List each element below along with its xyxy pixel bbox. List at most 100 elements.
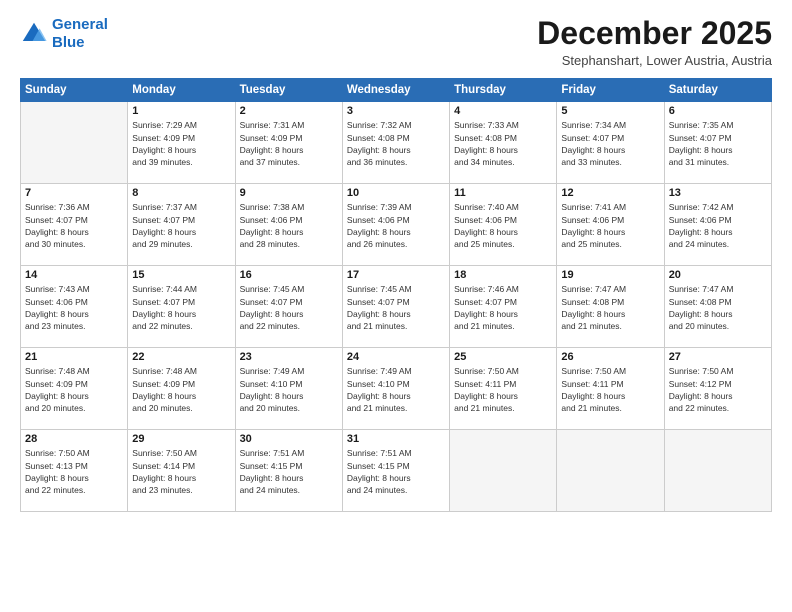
calendar-cell xyxy=(557,430,664,512)
day-info: Sunrise: 7:36 AM Sunset: 4:07 PM Dayligh… xyxy=(25,201,123,250)
day-number: 3 xyxy=(347,105,445,117)
calendar-cell: 30 Sunrise: 7:51 AM Sunset: 4:15 PM Dayli… xyxy=(235,430,342,512)
calendar-cell xyxy=(450,430,557,512)
calendar-cell: 5 Sunrise: 7:34 AM Sunset: 4:07 PM Daylig… xyxy=(557,102,664,184)
day-number: 6 xyxy=(669,105,767,117)
day-info: Sunrise: 7:47 AM Sunset: 4:08 PM Dayligh… xyxy=(561,283,659,332)
logo-text: General Blue xyxy=(52,16,108,52)
day-number: 25 xyxy=(454,351,552,363)
header-row: Sunday Monday Tuesday Wednesday Thursday… xyxy=(21,79,772,102)
day-info: Sunrise: 7:43 AM Sunset: 4:06 PM Dayligh… xyxy=(25,283,123,332)
calendar-cell: 22Sunrise: 7:48 AM Sunset: 4:09 PM Dayli… xyxy=(128,348,235,430)
day-number: 23 xyxy=(240,351,338,363)
th-thursday: Thursday xyxy=(450,79,557,102)
day-number: 28 xyxy=(25,433,123,445)
day-number: 13 xyxy=(669,187,767,199)
day-info: Sunrise: 7:40 AM Sunset: 4:06 PM Dayligh… xyxy=(454,201,552,250)
day-info: Sunrise: 7:46 AM Sunset: 4:07 PM Dayligh… xyxy=(454,283,552,332)
day-number: 18 xyxy=(454,269,552,281)
calendar-cell: 8 Sunrise: 7:37 AM Sunset: 4:07 PM Daylig… xyxy=(128,184,235,266)
day-number: 8 xyxy=(132,187,230,199)
th-tuesday: Tuesday xyxy=(235,79,342,102)
calendar-cell: 12 Sunrise: 7:41 AM Sunset: 4:06 PM Dayli… xyxy=(557,184,664,266)
day-number: 15 xyxy=(132,269,230,281)
calendar-cell: 27 Sunrise: 7:50 AM Sunset: 4:12 PM Dayli… xyxy=(664,348,771,430)
day-info: Sunrise: 7:51 AM Sunset: 4:15 PM Dayligh… xyxy=(240,447,338,496)
day-info: Sunrise: 7:37 AM Sunset: 4:07 PM Dayligh… xyxy=(132,201,230,250)
th-monday: Monday xyxy=(128,79,235,102)
day-info: Sunrise: 7:49 AM Sunset: 4:10 PM Dayligh… xyxy=(347,365,445,414)
day-info: Sunrise: 7:45 AM Sunset: 4:07 PM Dayligh… xyxy=(347,283,445,332)
calendar-cell: 1 Sunrise: 7:29 AM Sunset: 4:09 PM Daylig… xyxy=(128,102,235,184)
calendar-table: Sunday Monday Tuesday Wednesday Thursday… xyxy=(20,78,772,512)
calendar-cell: 7 Sunrise: 7:36 AM Sunset: 4:07 PM Daylig… xyxy=(21,184,128,266)
day-info: Sunrise: 7:45 AM Sunset: 4:07 PM Dayligh… xyxy=(240,283,338,332)
calendar-cell: 31 Sunrise: 7:51 AM Sunset: 4:15 PM Dayli… xyxy=(342,430,449,512)
day-info: Sunrise: 7:34 AM Sunset: 4:07 PM Dayligh… xyxy=(561,119,659,168)
day-number: 19 xyxy=(561,269,659,281)
calendar-cell: 26 Sunrise: 7:50 AM Sunset: 4:11 PM Dayli… xyxy=(557,348,664,430)
day-info: Sunrise: 7:50 AM Sunset: 4:11 PM Dayligh… xyxy=(454,365,552,414)
calendar-cell: 9Sunrise: 7:38 AM Sunset: 4:06 PM Daylig… xyxy=(235,184,342,266)
day-number: 2 xyxy=(240,105,338,117)
day-number: 14 xyxy=(25,269,123,281)
calendar-cell: 15 Sunrise: 7:44 AM Sunset: 4:07 PM Dayli… xyxy=(128,266,235,348)
logo-icon xyxy=(20,20,48,48)
page: General Blue December 2025 Stephanshart,… xyxy=(0,0,792,612)
calendar-week-1: 7 Sunrise: 7:36 AM Sunset: 4:07 PM Daylig… xyxy=(21,184,772,266)
day-info: Sunrise: 7:50 AM Sunset: 4:13 PM Dayligh… xyxy=(25,447,123,496)
day-number: 5 xyxy=(561,105,659,117)
calendar-cell: 4Sunrise: 7:33 AM Sunset: 4:08 PM Daylig… xyxy=(450,102,557,184)
logo-line1: General xyxy=(52,16,108,33)
day-info: Sunrise: 7:42 AM Sunset: 4:06 PM Dayligh… xyxy=(669,201,767,250)
calendar-week-0: 1 Sunrise: 7:29 AM Sunset: 4:09 PM Daylig… xyxy=(21,102,772,184)
th-wednesday: Wednesday xyxy=(342,79,449,102)
day-number: 30 xyxy=(240,433,338,445)
day-info: Sunrise: 7:48 AM Sunset: 4:09 PM Dayligh… xyxy=(25,365,123,414)
day-info: Sunrise: 7:29 AM Sunset: 4:09 PM Dayligh… xyxy=(132,119,230,168)
day-info: Sunrise: 7:50 AM Sunset: 4:12 PM Dayligh… xyxy=(669,365,767,414)
day-info: Sunrise: 7:41 AM Sunset: 4:06 PM Dayligh… xyxy=(561,201,659,250)
day-info: Sunrise: 7:50 AM Sunset: 4:14 PM Dayligh… xyxy=(132,447,230,496)
day-number: 27 xyxy=(669,351,767,363)
calendar-cell: 24 Sunrise: 7:49 AM Sunset: 4:10 PM Dayli… xyxy=(342,348,449,430)
calendar-cell: 16Sunrise: 7:45 AM Sunset: 4:07 PM Dayli… xyxy=(235,266,342,348)
day-info: Sunrise: 7:31 AM Sunset: 4:09 PM Dayligh… xyxy=(240,119,338,168)
calendar-cell: 17 Sunrise: 7:45 AM Sunset: 4:07 PM Dayli… xyxy=(342,266,449,348)
calendar-cell: 21Sunrise: 7:48 AM Sunset: 4:09 PM Dayli… xyxy=(21,348,128,430)
th-sunday: Sunday xyxy=(21,79,128,102)
day-info: Sunrise: 7:50 AM Sunset: 4:11 PM Dayligh… xyxy=(561,365,659,414)
calendar-cell: 29 Sunrise: 7:50 AM Sunset: 4:14 PM Dayli… xyxy=(128,430,235,512)
day-number: 17 xyxy=(347,269,445,281)
day-info: Sunrise: 7:51 AM Sunset: 4:15 PM Dayligh… xyxy=(347,447,445,496)
day-number: 31 xyxy=(347,433,445,445)
calendar-cell: 13 Sunrise: 7:42 AM Sunset: 4:06 PM Dayli… xyxy=(664,184,771,266)
th-saturday: Saturday xyxy=(664,79,771,102)
day-number: 7 xyxy=(25,187,123,199)
day-number: 24 xyxy=(347,351,445,363)
day-number: 1 xyxy=(132,105,230,117)
day-number: 29 xyxy=(132,433,230,445)
logo: General Blue xyxy=(20,16,108,52)
day-info: Sunrise: 7:44 AM Sunset: 4:07 PM Dayligh… xyxy=(132,283,230,332)
day-number: 10 xyxy=(347,187,445,199)
day-number: 12 xyxy=(561,187,659,199)
calendar-cell: 18 Sunrise: 7:46 AM Sunset: 4:07 PM Dayli… xyxy=(450,266,557,348)
title-block: December 2025 Stephanshart, Lower Austri… xyxy=(537,16,772,68)
subtitle: Stephanshart, Lower Austria, Austria xyxy=(537,53,772,68)
calendar-cell: 25 Sunrise: 7:50 AM Sunset: 4:11 PM Dayli… xyxy=(450,348,557,430)
day-number: 20 xyxy=(669,269,767,281)
calendar-cell: 3 Sunrise: 7:32 AM Sunset: 4:08 PM Daylig… xyxy=(342,102,449,184)
day-number: 11 xyxy=(454,187,552,199)
header: General Blue December 2025 Stephanshart,… xyxy=(20,16,772,68)
day-info: Sunrise: 7:33 AM Sunset: 4:08 PM Dayligh… xyxy=(454,119,552,168)
calendar-cell: 6Sunrise: 7:35 AM Sunset: 4:07 PM Daylig… xyxy=(664,102,771,184)
calendar-cell: 14 Sunrise: 7:43 AM Sunset: 4:06 PM Dayli… xyxy=(21,266,128,348)
calendar-cell xyxy=(21,102,128,184)
day-info: Sunrise: 7:32 AM Sunset: 4:08 PM Dayligh… xyxy=(347,119,445,168)
day-number: 26 xyxy=(561,351,659,363)
month-title: December 2025 xyxy=(537,16,772,51)
calendar-cell: 19 Sunrise: 7:47 AM Sunset: 4:08 PM Dayli… xyxy=(557,266,664,348)
calendar-cell: 23Sunrise: 7:49 AM Sunset: 4:10 PM Dayli… xyxy=(235,348,342,430)
day-info: Sunrise: 7:38 AM Sunset: 4:06 PM Dayligh… xyxy=(240,201,338,250)
